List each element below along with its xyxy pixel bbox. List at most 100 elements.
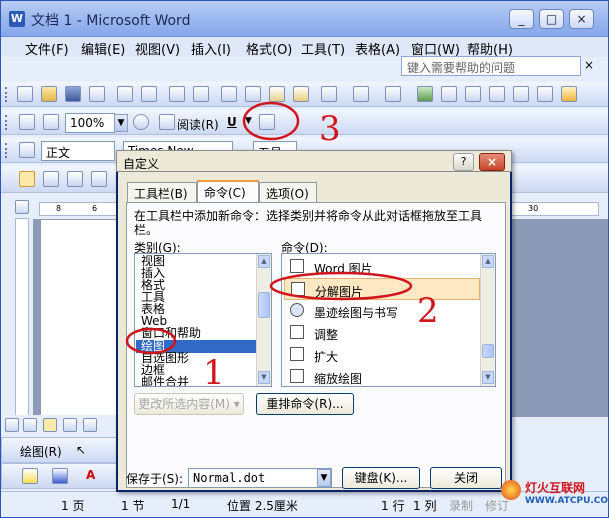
print-preview-icon[interactable] — [141, 86, 157, 102]
close-dialog-button[interactable]: 关闭 — [430, 467, 502, 489]
spelling-icon[interactable] — [169, 86, 185, 102]
align-right-icon[interactable] — [67, 171, 83, 187]
watermark-url: WWW.ATCPU.COM — [525, 496, 609, 506]
scroll-thumb[interactable] — [258, 292, 270, 318]
dialog-close-x-button[interactable]: × — [479, 153, 505, 171]
document-page[interactable] — [41, 220, 121, 417]
drawing-icon[interactable] — [537, 86, 553, 102]
style-combo[interactable]: 正文 — [41, 141, 115, 161]
undo-icon[interactable] — [321, 86, 337, 102]
commands-list[interactable]: Word 图片 分解图片 墨迹绘图与书写 调整 扩大 缩放绘图 ▲ ▼ — [281, 253, 496, 387]
close-help-icon[interactable]: × — [584, 58, 594, 72]
tab-selector-icon[interactable] — [15, 200, 29, 214]
command-item-adjust[interactable]: 调整 — [284, 322, 480, 344]
tab-toolbars[interactable]: 工具栏(B) — [127, 182, 197, 202]
save-icon[interactable] — [65, 86, 81, 102]
hyperlink-icon[interactable] — [417, 86, 433, 102]
command-item-word-picture[interactable]: Word 图片 — [284, 256, 480, 278]
format-painter-icon[interactable] — [293, 86, 309, 102]
toolbar-grip[interactable] — [5, 87, 8, 102]
watermark-logo: 灯火互联网 WWW.ATCPU.COM — [499, 476, 609, 517]
normal-view-icon[interactable] — [5, 418, 19, 432]
menu-view[interactable]: 视图(V) — [135, 39, 180, 58]
justify-icon[interactable] — [91, 171, 107, 187]
status-record[interactable]: 录制 — [449, 497, 473, 514]
paste-icon[interactable] — [269, 86, 285, 102]
save-in-combo[interactable]: Normal.dot — [188, 468, 332, 488]
line-color-icon[interactable] — [52, 468, 68, 484]
ungroup-picture-icon[interactable] — [353, 86, 369, 102]
tab-options[interactable]: 选项(O) — [259, 182, 317, 202]
read-icon[interactable] — [159, 114, 175, 130]
reading-toolbar: 100% ▼ 阅读(R) U ▼ — [1, 109, 608, 135]
command-item-scale-drawing[interactable]: 缩放绘图 — [284, 366, 480, 386]
categories-scrollbar[interactable]: ▲ ▼ — [256, 254, 271, 386]
align-center-icon[interactable] — [43, 171, 59, 187]
permission-icon[interactable] — [89, 86, 105, 102]
list-item[interactable]: 邮件合并 — [141, 376, 189, 386]
menu-edit[interactable]: 编辑(E) — [81, 39, 125, 58]
underline-dropdown-arrow[interactable]: ▼ — [245, 116, 252, 126]
show-hide-icon[interactable] — [561, 86, 577, 102]
copy-icon[interactable] — [245, 86, 261, 102]
print-icon[interactable] — [117, 86, 133, 102]
commands-scrollbar[interactable]: ▲ ▼ — [480, 254, 495, 386]
ungroup-picture-icon[interactable] — [259, 114, 275, 130]
insert-excel-icon[interactable] — [489, 86, 505, 102]
outline-view-icon[interactable] — [63, 418, 77, 432]
scroll-down-arrow[interactable]: ▼ — [482, 371, 494, 384]
scroll-up-arrow[interactable]: ▲ — [258, 255, 270, 268]
underline-button[interactable]: U — [227, 115, 237, 129]
command-item-expand[interactable]: 扩大 — [284, 344, 480, 366]
styles-icon[interactable] — [19, 142, 35, 158]
select-objects-icon[interactable]: ↖ — [76, 443, 86, 457]
save-in-dropdown-arrow[interactable]: ▼ — [317, 469, 331, 487]
zoom-combo[interactable]: 100% — [65, 113, 115, 133]
command-item-ungroup-picture[interactable]: 分解图片 — [284, 278, 480, 300]
read-button[interactable]: 阅读(R) — [177, 116, 219, 133]
modify-selection-button[interactable]: 更改所选内容(M) ▾ — [134, 393, 244, 415]
menu-file[interactable]: 文件(F) — [25, 39, 69, 58]
dialog-help-button[interactable]: ? — [453, 153, 474, 171]
print-layout-icon[interactable] — [43, 418, 57, 432]
zoom-dropdown-arrow[interactable]: ▼ — [114, 114, 128, 132]
rearrange-commands-button[interactable]: 重排命令(R)... — [256, 393, 354, 415]
new-doc-icon[interactable] — [17, 86, 33, 102]
scroll-up-arrow[interactable]: ▲ — [482, 255, 494, 268]
align-left-icon[interactable] — [19, 171, 35, 187]
minimize-button[interactable]: _ — [509, 9, 534, 29]
vertical-ruler[interactable] — [15, 218, 29, 418]
web-view-icon[interactable] — [23, 418, 37, 432]
toolbar-grip[interactable] — [5, 143, 8, 158]
research-icon[interactable] — [193, 86, 209, 102]
menu-table[interactable]: 表格(A) — [355, 39, 400, 58]
close-button[interactable]: × — [569, 9, 594, 29]
help-icon[interactable] — [133, 114, 149, 130]
redo-icon[interactable] — [385, 86, 401, 102]
insert-table-icon[interactable] — [465, 86, 481, 102]
open-folder-icon[interactable] — [41, 86, 57, 102]
cut-icon[interactable] — [221, 86, 237, 102]
keyboard-button[interactable]: 键盘(K)... — [342, 467, 420, 489]
command-label: 分解图片 — [315, 285, 364, 299]
help-search-input[interactable]: 键入需要帮助的问题 — [401, 56, 581, 76]
scroll-down-arrow[interactable]: ▼ — [258, 371, 270, 384]
mail-recipient-icon[interactable] — [19, 114, 35, 130]
columns-icon[interactable] — [513, 86, 529, 102]
scroll-thumb[interactable] — [482, 344, 494, 358]
tab-commands[interactable]: 命令(C) — [197, 180, 259, 203]
watermark-text: 灯火互联网 — [525, 481, 586, 495]
fill-color-icon[interactable] — [22, 468, 38, 484]
toolbar-grip[interactable] — [5, 115, 8, 130]
research-arrow-icon[interactable] — [43, 114, 59, 130]
font-color-icon[interactable]: A — [86, 468, 95, 482]
menu-tools[interactable]: 工具(T) — [301, 39, 345, 58]
drawing-menu-button[interactable]: 绘图(R) — [20, 443, 62, 460]
tables-borders-icon[interactable] — [441, 86, 457, 102]
list-item[interactable]: 窗口和帮助 — [141, 327, 201, 339]
reading-view-icon[interactable] — [83, 418, 97, 432]
menu-format[interactable]: 格式(O) — [246, 39, 292, 58]
maximize-button[interactable]: □ — [539, 9, 564, 29]
menu-insert[interactable]: 插入(I) — [191, 39, 231, 58]
command-item-ink[interactable]: 墨迹绘图与书写 — [284, 300, 480, 322]
